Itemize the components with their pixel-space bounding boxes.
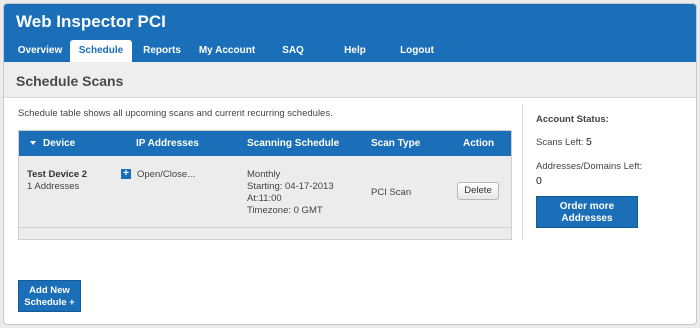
tab-help[interactable]: Help bbox=[324, 40, 386, 62]
scans-left-label: Scans Left: bbox=[536, 137, 584, 148]
device-name: Test Device 2 bbox=[27, 169, 88, 180]
delete-button[interactable]: Delete bbox=[457, 182, 499, 200]
column-header-scan-type: Scan Type bbox=[371, 138, 421, 149]
addresses-left-label: Addresses/Domains Left: bbox=[536, 161, 643, 172]
add-button-line-2: Schedule + bbox=[24, 297, 75, 308]
addresses-left-value: 0 bbox=[536, 175, 542, 187]
scans-left-value: 5 bbox=[586, 136, 592, 148]
schedule-table: Device IP Addresses Scanning Schedule Sc… bbox=[18, 130, 512, 240]
tab-reports[interactable]: Reports bbox=[132, 40, 192, 62]
device-address-count: 1 Addresses bbox=[27, 181, 80, 192]
intro-text: Schedule table shows all upcoming scans … bbox=[18, 108, 333, 119]
schedule-frequency: Monthly bbox=[247, 169, 281, 180]
sort-down-icon[interactable] bbox=[29, 131, 37, 156]
column-header-ip-addresses: IP Addresses bbox=[136, 138, 199, 149]
schedule-start-date: Starting: 04-17-2013 bbox=[247, 181, 334, 192]
header: Web Inspector PCI Overview Schedule Repo… bbox=[4, 4, 696, 62]
order-button-line-2: Addresses bbox=[561, 213, 613, 224]
page-title: Schedule Scans bbox=[16, 73, 124, 89]
tab-saq[interactable]: SAQ bbox=[262, 40, 324, 62]
column-header-device[interactable]: Device bbox=[43, 131, 75, 156]
order-button-line-1: Order more bbox=[559, 201, 615, 212]
add-new-schedule-button[interactable]: Add New Schedule + bbox=[18, 280, 81, 312]
add-button-line-1: Add New bbox=[29, 285, 70, 296]
sidebar-divider bbox=[522, 104, 523, 240]
order-more-addresses-button[interactable]: Order more Addresses bbox=[536, 196, 638, 228]
account-status-label: Account Status: bbox=[536, 114, 609, 125]
tab-my-account[interactable]: My Account bbox=[192, 40, 262, 62]
tab-schedule[interactable]: Schedule bbox=[70, 40, 132, 62]
tab-logout[interactable]: Logout bbox=[386, 40, 448, 62]
column-header-action: Action bbox=[463, 138, 495, 149]
table-row: Test Device 2 1 Addresses + Open/Close..… bbox=[19, 156, 511, 228]
app-window: Web Inspector PCI Overview Schedule Repo… bbox=[3, 3, 697, 325]
page-title-bar: Schedule Scans bbox=[4, 62, 696, 98]
ip-open-close-link[interactable]: Open/Close... bbox=[137, 169, 195, 181]
schedule-timezone: Timezone: 0 GMT bbox=[247, 205, 323, 216]
main-nav: Overview Schedule Reports My Account SAQ… bbox=[10, 40, 448, 62]
scan-type: PCI Scan bbox=[371, 187, 412, 198]
schedule-time: At:11:00 bbox=[247, 193, 282, 204]
app-title: Web Inspector PCI bbox=[16, 12, 166, 31]
tab-overview[interactable]: Overview bbox=[10, 40, 70, 62]
plus-icon[interactable]: + bbox=[121, 169, 131, 179]
column-header-scanning-schedule: Scanning Schedule bbox=[247, 138, 340, 149]
table-header: Device IP Addresses Scanning Schedule Sc… bbox=[19, 131, 511, 156]
